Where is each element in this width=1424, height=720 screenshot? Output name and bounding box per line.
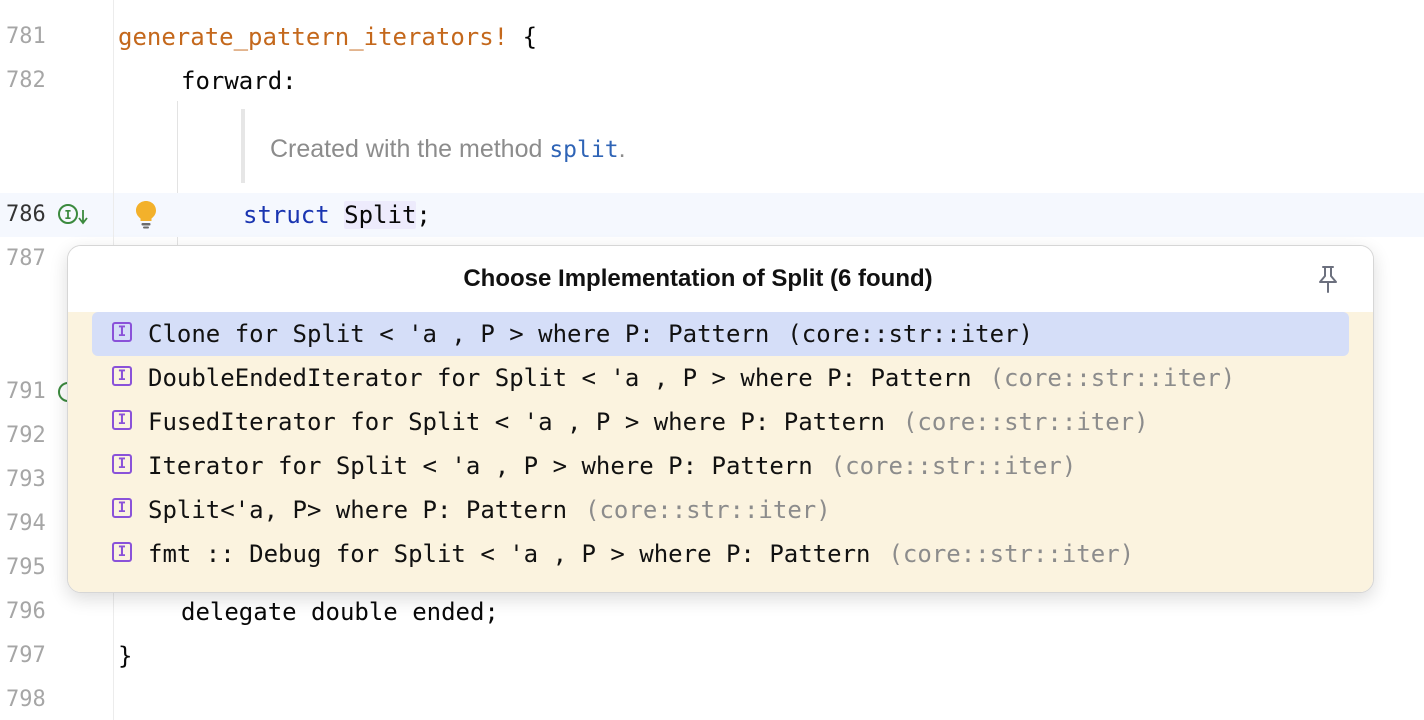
code-line-macro: generate_pattern_iterators! { xyxy=(118,15,537,59)
interface-icon: I xyxy=(112,410,132,430)
implementation-location: (core::str::iter) xyxy=(787,320,1033,348)
code-line-forward: forward: xyxy=(181,67,297,95)
implementation-label: FusedIterator for Split < 'a , P > where… xyxy=(148,400,1149,444)
pin-icon[interactable] xyxy=(1314,264,1342,294)
popup-title: Choose Implementation of Split (6 found) xyxy=(463,265,933,292)
implementation-label: Split<'a, P> where P: Pattern (core::str:… xyxy=(148,488,831,532)
implementation-name: fmt :: Debug for Split < 'a , P > where … xyxy=(148,540,871,568)
implementation-item[interactable]: I FusedIterator for Split < 'a , P > whe… xyxy=(92,400,1349,444)
implementation-item[interactable]: I DoubleEndedIterator for Split < 'a , P… xyxy=(92,356,1349,400)
code-line-delegate: delegate double ended; xyxy=(181,598,499,626)
struct-name[interactable]: Split xyxy=(344,201,417,229)
interface-icon: I xyxy=(112,498,132,518)
line-number: 787 xyxy=(6,246,46,271)
line-number: 792 xyxy=(6,423,46,448)
implementation-item[interactable]: I fmt :: Debug for Split < 'a , P > wher… xyxy=(92,532,1349,576)
implementation-label: DoubleEndedIterator for Split < 'a , P >… xyxy=(148,356,1235,400)
doc-text: Created with the method xyxy=(270,135,550,163)
implementation-location: (core::str::iter) xyxy=(830,452,1077,480)
implementation-location: (core::str::iter) xyxy=(585,496,831,524)
interface-icon: I xyxy=(112,322,132,342)
line-number: 797 xyxy=(6,643,46,668)
line-number: 798 xyxy=(6,687,46,712)
implementation-location: (core::str::iter) xyxy=(888,540,1135,568)
implementation-item-selected[interactable]: I Clone for Split < 'a , P > where P: Pa… xyxy=(92,312,1349,356)
line-number: 795 xyxy=(6,555,46,580)
doc-link-split[interactable]: split xyxy=(549,137,618,163)
implementation-location: (core::str::iter) xyxy=(902,408,1149,436)
doc-period: . xyxy=(618,135,626,163)
implemented-icon[interactable]: I xyxy=(57,202,89,228)
implementation-item[interactable]: I Split<'a, P> where P: Pattern (core::st… xyxy=(92,488,1349,532)
line-number: 791 xyxy=(6,379,46,404)
interface-icon: I xyxy=(112,542,132,562)
rendered-doc-comment: Created with the method split. xyxy=(241,109,626,183)
code-line-close-brace: } xyxy=(118,642,133,670)
interface-icon: I xyxy=(112,366,132,386)
implementation-item[interactable]: I Iterator for Split < 'a , P > where P:… xyxy=(92,444,1349,488)
implementation-name: FusedIterator for Split < 'a , P > where… xyxy=(148,408,885,436)
current-line-highlight xyxy=(0,193,1424,237)
implementation-name: Iterator for Split < 'a , P > where P: P… xyxy=(148,452,813,480)
choose-implementation-popup: Choose Implementation of Split (6 found)… xyxy=(67,245,1374,593)
indent-guide xyxy=(177,101,178,193)
code-editor[interactable]: 781 782 786 787 791 792 793 794 795 796 … xyxy=(0,0,1424,720)
line-number: 796 xyxy=(6,599,46,624)
implementation-label: Clone for Split < 'a , P > where P: Patt… xyxy=(148,312,1033,356)
struct-keyword: struct xyxy=(243,201,330,229)
popup-header: Choose Implementation of Split (6 found) xyxy=(68,246,1373,312)
line-number: 781 xyxy=(6,24,46,49)
implementation-name: DoubleEndedIterator for Split < 'a , P >… xyxy=(148,364,972,392)
line-number: 782 xyxy=(6,68,46,93)
semicolon: ; xyxy=(416,201,431,229)
implementation-label: Iterator for Split < 'a , P > where P: P… xyxy=(148,444,1076,488)
svg-text:I: I xyxy=(64,208,71,222)
macro-name: generate_pattern_iterators! xyxy=(118,23,509,51)
implementation-label: fmt :: Debug for Split < 'a , P > where … xyxy=(148,532,1134,576)
implementation-location: (core::str::iter) xyxy=(989,364,1236,392)
implementation-name: Clone for Split < 'a , P > where P: Patt… xyxy=(148,320,770,348)
interface-icon: I xyxy=(112,454,132,474)
open-brace: { xyxy=(508,23,538,51)
line-number-current: 786 xyxy=(6,202,46,227)
line-number: 794 xyxy=(6,511,46,536)
implementation-list: I Clone for Split < 'a , P > where P: Pa… xyxy=(68,312,1373,592)
lightbulb-icon[interactable] xyxy=(132,198,160,230)
implementation-name: Split<'a, P> where P: Pattern xyxy=(148,496,568,524)
code-line-struct: struct Split; xyxy=(243,193,431,237)
line-number: 793 xyxy=(6,467,46,492)
